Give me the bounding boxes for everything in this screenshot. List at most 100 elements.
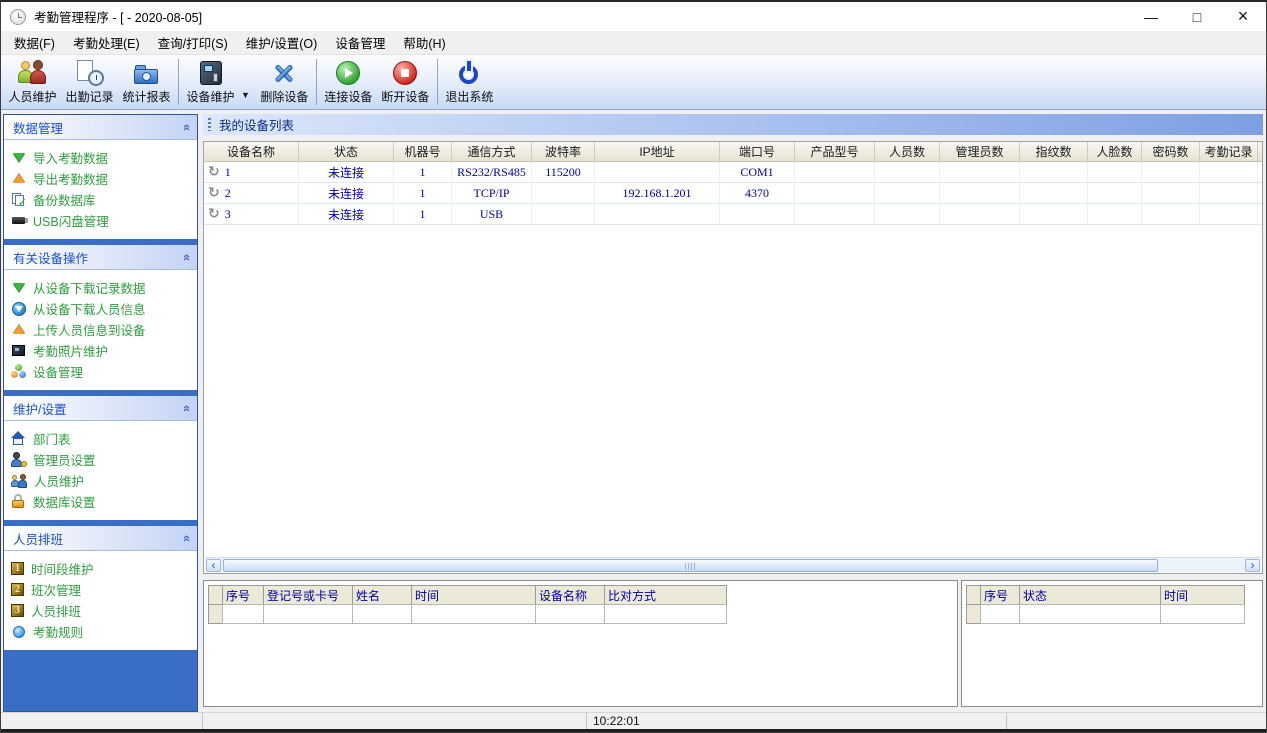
sidebar-item-download-personnel[interactable]: 从设备下载人员信息	[4, 298, 197, 319]
menu-help[interactable]: 帮助(H)	[394, 29, 454, 56]
maximize-button[interactable]: □	[1174, 2, 1220, 31]
sidebar-item-attendance-rules[interactable]: 考勤规则	[4, 621, 197, 642]
grid-column-header[interactable]: 状态	[1019, 585, 1161, 605]
grid-column-header[interactable]: 序号	[222, 585, 264, 605]
grid-empty-cell	[1160, 604, 1245, 624]
device-table-body: ↻1未连接1RS232/RS485115200COM1↻2未连接1TCP/IP1…	[204, 162, 1262, 225]
grid-column-header[interactable]: 姓名	[352, 585, 412, 605]
collapse-chevron-icon[interactable]: «	[180, 404, 195, 411]
grid-empty-cell	[263, 604, 353, 624]
backup-check-icon: ✓	[11, 192, 26, 207]
scroll-right-icon[interactable]: ›	[1245, 559, 1260, 572]
sidebar-item-upload-personnel[interactable]: 上传人员信息到设备	[4, 319, 197, 340]
horizontal-scrollbar[interactable]: ‹ ›	[205, 557, 1261, 572]
device-cell	[875, 162, 940, 182]
toolbar-connect-device-button[interactable]: 连接设备	[320, 57, 377, 107]
arrow-down-green-icon	[11, 150, 26, 165]
device-cell: 192.168.1.201	[595, 183, 720, 203]
device-status-panel: 序号状态时间	[961, 580, 1263, 707]
sidebar-item-photo-maintenance[interactable]: 考勤照片维护	[4, 340, 197, 361]
toolbar-delete-device-button[interactable]: 删除设备	[256, 57, 313, 107]
device-row[interactable]: ↻1未连接1RS232/RS485115200COM1	[204, 162, 1263, 183]
toolbar-personnel-button[interactable]: 人员维护	[4, 57, 61, 107]
row-selector-header[interactable]	[966, 585, 981, 605]
sidebar-item-database-settings[interactable]: 数据库设置	[4, 491, 197, 512]
arrow-up-orange-icon	[11, 171, 26, 186]
attendance-record-icon	[76, 60, 104, 86]
menu-query-print[interactable]: 查询/打印(S)	[149, 29, 237, 56]
sidebar-section-device-operations[interactable]: 有关设备操作 «	[4, 245, 197, 270]
device-cell	[1200, 162, 1258, 182]
device-column-header[interactable]: 指纹数	[1020, 142, 1088, 161]
grid-column-header[interactable]: 登记号或卡号	[263, 585, 353, 605]
menu-attendance[interactable]: 考勤处理(E)	[64, 29, 149, 56]
sidebar-item-import-attendance[interactable]: 导入考勤数据	[4, 147, 197, 168]
grid-column-header[interactable]: 比对方式	[604, 585, 727, 605]
device-column-header[interactable]: 人脸数	[1088, 142, 1142, 161]
collapse-chevron-icon[interactable]: «	[180, 534, 195, 541]
close-button[interactable]: ×	[1220, 2, 1266, 31]
admin-key-icon	[11, 452, 26, 467]
sidebar-item-usb-disk[interactable]: USB闪盘管理	[4, 210, 197, 231]
device-cell	[1142, 162, 1200, 182]
device-table-header: 设备名称状态机器号通信方式波特率IP地址端口号产品型号人员数管理员数指纹数人脸数…	[204, 142, 1263, 162]
device-column-header[interactable]: 机器号	[394, 142, 452, 161]
device-cell: 未连接	[299, 183, 394, 203]
scroll-left-icon[interactable]: ‹	[206, 559, 221, 572]
device-column-header[interactable]: 通信方式	[452, 142, 532, 161]
grip-dots-icon[interactable]	[208, 118, 211, 131]
photo-icon	[11, 343, 26, 358]
sidebar-section-scheduling[interactable]: 人员排班 «	[4, 526, 197, 551]
device-cell: ↻1	[204, 162, 299, 182]
device-cell	[1020, 183, 1088, 203]
row-selector-header[interactable]	[208, 585, 223, 605]
menu-device-mgmt[interactable]: 设备管理	[326, 29, 394, 56]
device-column-header[interactable]: 考勤记录	[1200, 142, 1258, 161]
sidebar-item-device-management[interactable]: 设备管理	[4, 361, 197, 382]
sidebar-item-backup-database[interactable]: ✓ 备份数据库	[4, 189, 197, 210]
device-cell	[595, 204, 720, 224]
device-column-header[interactable]: 人员数	[875, 142, 940, 161]
device-column-header[interactable]: 管理员数	[940, 142, 1020, 161]
minimize-button[interactable]: —	[1128, 2, 1174, 31]
device-column-header[interactable]: 状态	[299, 142, 394, 161]
device-column-header[interactable]: 端口号	[720, 142, 795, 161]
device-column-header[interactable]: 序列号	[1258, 142, 1263, 161]
device-column-header[interactable]: 波特率	[532, 142, 595, 161]
sidebar-item-time-period[interactable]: 1 时间段维护	[4, 558, 197, 579]
app-clock-icon	[10, 9, 26, 25]
sidebar-item-export-attendance[interactable]: 导出考勤数据	[4, 168, 197, 189]
toolbar-report-button[interactable]: 统计报表	[118, 57, 175, 107]
scrollbar-thumb[interactable]	[223, 559, 1158, 572]
device-column-header[interactable]: IP地址	[595, 142, 720, 161]
menu-maintenance[interactable]: 维护/设置(O)	[237, 29, 327, 56]
sidebar-item-admin-settings[interactable]: 管理员设置	[4, 449, 197, 470]
device-row[interactable]: ↻2未连接1TCP/IP192.168.1.2014370	[204, 183, 1263, 204]
sidebar-item-department-table[interactable]: 部门表	[4, 428, 197, 449]
sidebar-item-download-records[interactable]: 从设备下载记录数据	[4, 277, 197, 298]
device-column-header[interactable]: 产品型号	[795, 142, 875, 161]
status-time: 10:22:01	[587, 713, 1007, 729]
collapse-chevron-icon[interactable]: «	[180, 123, 195, 130]
toolbar-device-maintenance-button[interactable]: 设备维护	[182, 57, 239, 107]
device-row[interactable]: ↻3未连接1USB	[204, 204, 1263, 225]
grid-column-header[interactable]: 设备名称	[535, 585, 605, 605]
sidebar-item-personnel-maintenance[interactable]: 人员维护	[4, 470, 197, 491]
device-cell	[1088, 183, 1142, 203]
grid-column-header[interactable]: 时间	[411, 585, 536, 605]
grid-column-header[interactable]: 序号	[980, 585, 1020, 605]
grid-column-header[interactable]: 时间	[1160, 585, 1245, 605]
collapse-chevron-icon[interactable]: «	[180, 253, 195, 260]
sidebar-section-data-management[interactable]: 数据管理 «	[4, 115, 197, 140]
toolbar-exit-button[interactable]: 退出系统	[441, 57, 498, 107]
sidebar-section-maintenance[interactable]: 维护/设置 «	[4, 396, 197, 421]
status-bar: 10:22:01	[1, 712, 1266, 729]
device-dropdown-arrow-icon[interactable]: ▼	[239, 64, 256, 100]
sidebar-item-personnel-scheduling[interactable]: 3 人员排班	[4, 600, 197, 621]
menu-data[interactable]: 数据(F)	[5, 29, 64, 56]
device-column-header[interactable]: 密码数	[1142, 142, 1200, 161]
device-column-header[interactable]: 设备名称	[204, 142, 299, 161]
toolbar-attendance-record-button[interactable]: 出勤记录	[61, 57, 118, 107]
sidebar-item-shift-management[interactable]: 2 班次管理	[4, 579, 197, 600]
toolbar-disconnect-device-button[interactable]: 断开设备	[377, 57, 434, 107]
